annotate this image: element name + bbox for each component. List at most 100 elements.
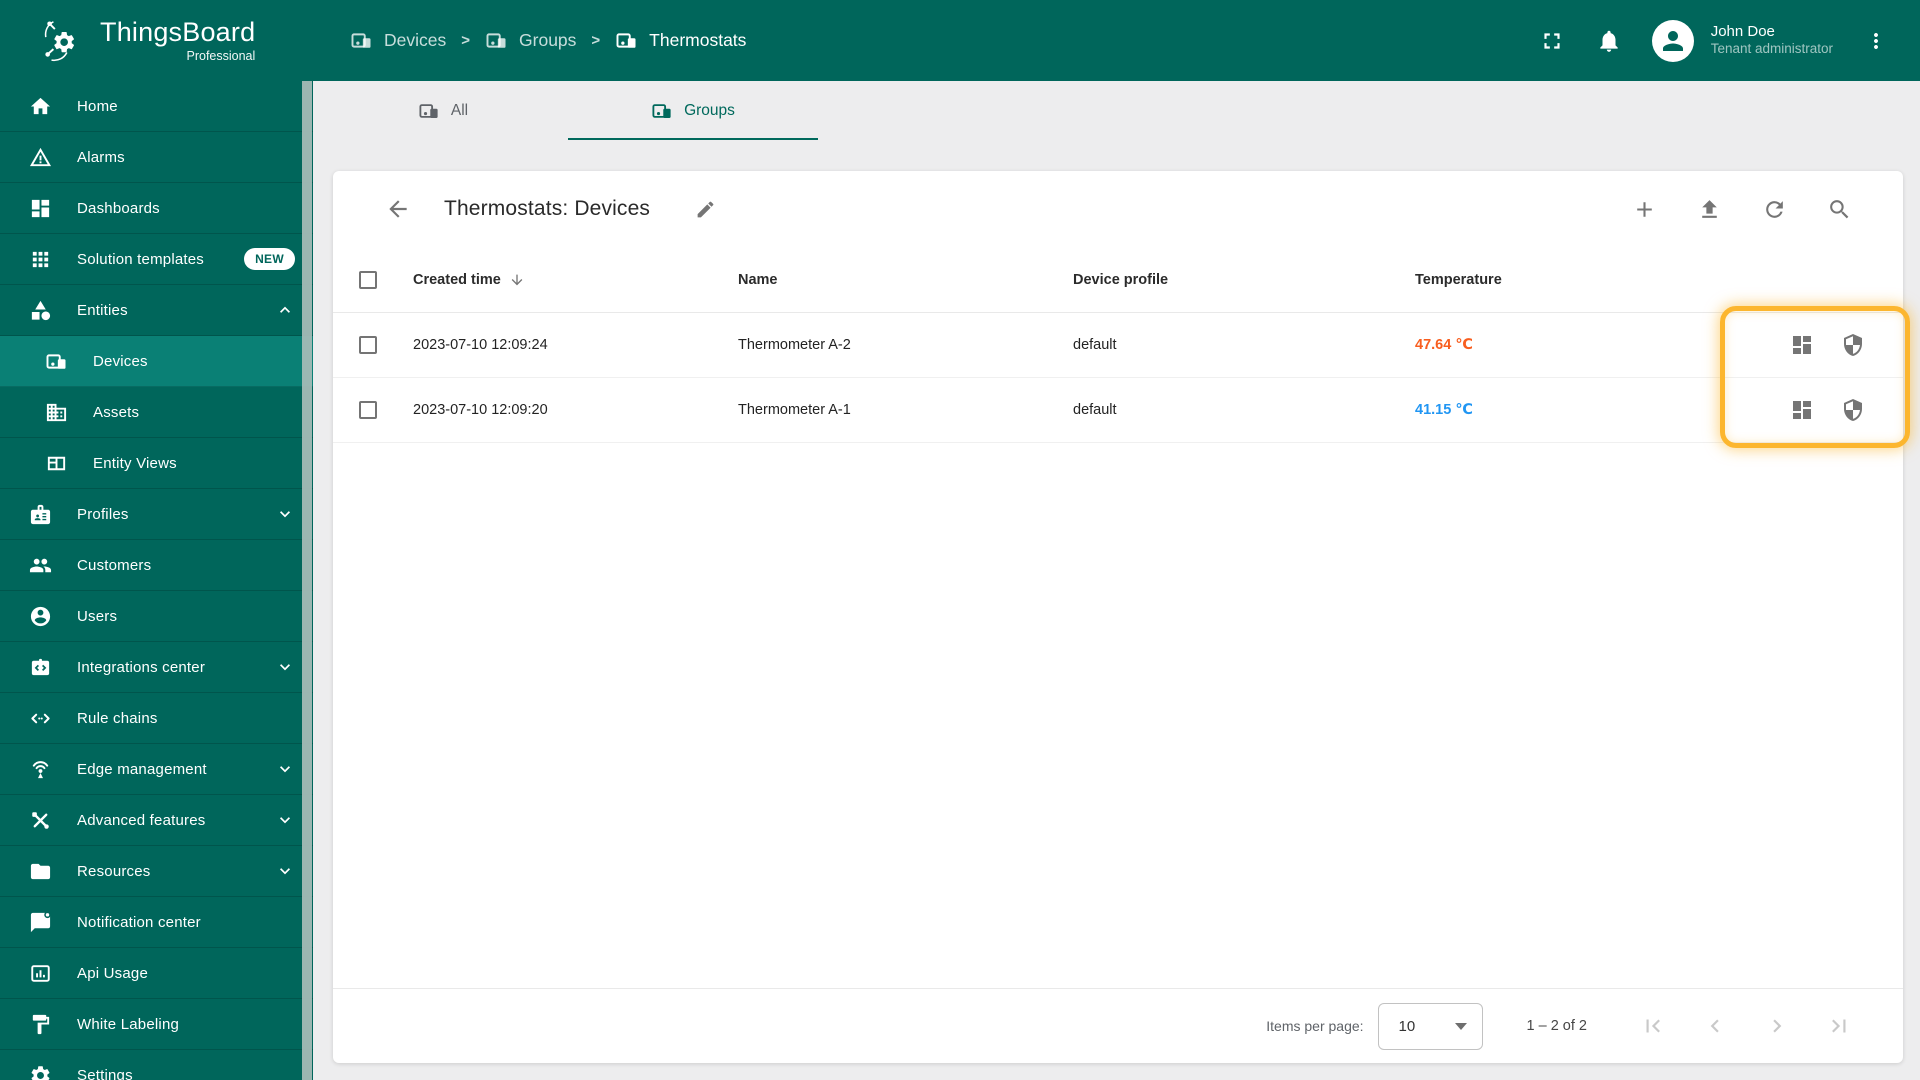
arrow-back-icon [385,196,411,222]
fullscreen-button[interactable] [1538,27,1566,55]
back-button[interactable] [385,196,411,222]
user-info: John Doe Tenant administrator [1711,23,1833,59]
card-header: Thermostats: Devices [333,171,1903,247]
paint-roller-icon [29,1013,52,1036]
main-content: All Groups Thermostats: Devices Created … [313,81,1920,1080]
devices-table-card: Thermostats: Devices Created time Name D… [333,171,1910,1063]
sidebar-scrollbar[interactable] [302,81,312,1080]
sidebar-item-alarms[interactable]: Alarms [0,132,313,183]
cell-device-profile: default [1073,402,1117,418]
refresh-button[interactable] [1760,195,1788,223]
more-menu-button[interactable] [1862,27,1890,55]
header-name[interactable]: Name [738,272,1073,288]
devices-group-icon [651,100,673,122]
sidebar-item-api-usage[interactable]: Api Usage [0,948,313,999]
header-device-profile[interactable]: Device profile [1073,272,1415,288]
sidebar-item-label: Rule chains [77,709,158,727]
next-page-button[interactable] [1763,1012,1791,1040]
sidebar-item-resources[interactable]: Resources [0,846,313,897]
sort-desc-icon [509,272,525,288]
sidebar-item-settings[interactable]: Settings [0,1050,313,1080]
people-icon [29,554,52,577]
view-quilt-icon [45,452,68,475]
breadcrumb-label: Devices [384,30,447,50]
sidebar-item-notification-center[interactable]: Notification center [0,897,313,948]
cell-device-profile: default [1073,337,1117,353]
first-page-icon [1640,1013,1666,1039]
new-badge: NEW [244,248,295,270]
sidebar-item-label: Profiles [77,505,129,523]
prev-page-icon [1702,1013,1728,1039]
sidebar-item-white-labeling[interactable]: White Labeling [0,999,313,1050]
plus-icon [1632,197,1657,222]
header-temperature[interactable]: Temperature [1415,272,1735,288]
sidebar-item-advanced-features[interactable]: Advanced features [0,795,313,846]
table-pagination: Items per page: 10 1 – 2 of 2 [333,988,1903,1063]
notifications-button[interactable] [1595,27,1623,55]
devices-group-icon [350,29,373,52]
row-checkbox[interactable] [359,336,377,354]
cell-created-time: 2023-07-10 12:09:24 [413,337,548,353]
sidebar-item-entity-views[interactable]: Entity Views [0,438,313,489]
items-per-page-select[interactable]: 10 [1377,1002,1483,1050]
sidebar-item-assets[interactable]: Assets [0,387,313,438]
breadcrumb-separator: > [461,32,471,49]
sidebar-item-label: Notification center [77,913,201,931]
add-entity-button[interactable] [1630,195,1658,223]
devices-group-icon [418,100,440,122]
sidebar-item-users[interactable]: Users [0,591,313,642]
avatar[interactable] [1651,19,1694,62]
category-icon [29,299,52,322]
last-page-button[interactable] [1825,1012,1853,1040]
tab-groups[interactable]: Groups [568,81,818,140]
manage-credentials-button[interactable] [1841,398,1865,422]
app-logo[interactable]: ThingsBoard Professional [0,0,313,81]
sidebar-item-edge-management[interactable]: Edge management [0,744,313,795]
security-shield-icon [1841,333,1865,357]
apps-grid-icon [29,248,52,271]
sidebar-item-rule-chains[interactable]: Rule chains [0,693,313,744]
prev-page-button[interactable] [1701,1012,1729,1040]
sidebar-item-dashboards[interactable]: Dashboards [0,183,313,234]
sidebar-item-label: Entity Views [93,454,177,472]
search-button[interactable] [1825,195,1853,223]
sidebar-item-label: Customers [77,556,152,574]
sidebar-item-home[interactable]: Home [0,81,313,132]
breadcrumb-label: Groups [519,30,577,50]
sidebar-item-label: Api Usage [77,964,149,982]
sidebar-item-solution-templates[interactable]: Solution templates NEW [0,234,313,285]
refresh-icon [1762,197,1787,222]
sidebar-item-label: Entities [77,301,128,319]
breadcrumb-item-groups[interactable]: Groups [485,29,576,52]
last-page-icon [1826,1013,1852,1039]
tab-all[interactable]: All [318,81,568,140]
message-icon [29,911,52,934]
cell-created-time: 2023-07-10 12:09:20 [413,402,548,418]
breadcrumb-item-thermostats[interactable]: Thermostats [615,29,746,52]
sidebar-item-entities[interactable]: Entities [0,285,313,336]
manage-dashboards-button[interactable] [1790,333,1814,357]
sidebar-item-label: Assets [93,403,140,421]
sidebar: ThingsBoard Professional Home Alarms Das… [0,0,313,1080]
manage-dashboards-button[interactable] [1790,398,1814,422]
edit-title-button[interactable] [695,199,716,220]
table-row[interactable]: 2023-07-10 12:09:24 Thermometer A-2 defa… [333,313,1903,378]
sidebar-item-label: Dashboards [77,199,160,217]
sidebar-item-label: Edge management [77,760,207,778]
row-checkbox[interactable] [359,401,377,419]
sidebar-menu: Home Alarms Dashboards Solution template… [0,81,313,1080]
first-page-button[interactable] [1639,1012,1667,1040]
home-icon [29,95,52,118]
import-button[interactable] [1695,195,1723,223]
sidebar-item-integrations-center[interactable]: Integrations center [0,642,313,693]
user-role: Tenant administrator [1710,41,1833,57]
sidebar-item-customers[interactable]: Customers [0,540,313,591]
table-row[interactable]: 2023-07-10 12:09:20 Thermometer A-1 defa… [333,378,1903,443]
sidebar-item-devices[interactable]: Devices [0,336,313,387]
sidebar-item-label: White Labeling [77,1015,180,1033]
manage-credentials-button[interactable] [1841,333,1865,357]
header-created-time[interactable]: Created time [413,272,738,288]
breadcrumb-item-devices[interactable]: Devices [350,29,446,52]
sidebar-item-profiles[interactable]: Profiles [0,489,313,540]
select-all-checkbox[interactable] [359,270,377,289]
